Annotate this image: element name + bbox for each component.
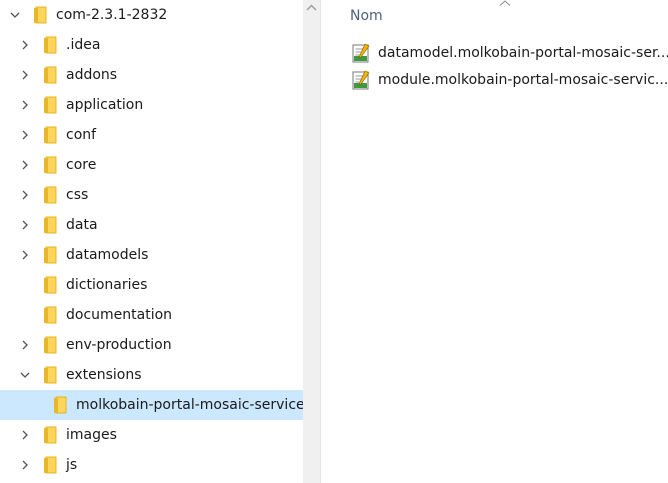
tree-item-molkobain-portal-mosaic-service[interactable]: molkobain-portal-mosaic-service- xyxy=(0,390,303,420)
chevron-right-icon[interactable] xyxy=(20,160,30,170)
tree-item-label: conf xyxy=(66,127,97,143)
tree-item-label: extensions xyxy=(66,367,142,383)
chevron-right-icon[interactable] xyxy=(20,460,30,470)
chevron-right-icon[interactable] xyxy=(20,250,30,260)
file-list-pane: Nom datamodel.molkobain-portal-mosaic-se… xyxy=(321,0,668,483)
tree-item-label: com-2.3.1-2832 xyxy=(56,7,168,23)
folder-icon xyxy=(43,126,57,144)
chevron-down-icon[interactable] xyxy=(10,10,20,20)
folder-icon xyxy=(43,246,57,264)
chevron-right-icon[interactable] xyxy=(20,220,30,230)
tree-item-env-production[interactable]: env-production xyxy=(0,330,303,360)
tree-item-label: core xyxy=(66,157,97,173)
chevron-right-icon[interactable] xyxy=(20,430,30,440)
tree-item-idea[interactable]: .idea xyxy=(0,30,303,60)
tree-item-label: js xyxy=(66,457,78,473)
chevron-right-icon[interactable] xyxy=(20,100,30,110)
folder-icon xyxy=(43,306,57,324)
chevron-right-icon[interactable] xyxy=(20,40,30,50)
php-script-icon xyxy=(352,43,370,63)
folder-icon xyxy=(43,276,57,294)
sort-ascending-icon xyxy=(499,0,511,7)
chevron-right-icon[interactable] xyxy=(20,340,30,350)
tree-item-css[interactable]: css xyxy=(0,180,303,210)
navigation-pane: com-2.3.1-2832 .idea addons application … xyxy=(0,0,303,483)
tree-item-label: dictionaries xyxy=(66,277,148,293)
tree-item-addons[interactable]: addons xyxy=(0,60,303,90)
tree-item-label: data xyxy=(66,217,98,233)
tree-item-js[interactable]: js xyxy=(0,450,303,480)
folder-icon xyxy=(33,6,47,24)
scroll-up-arrow-icon[interactable] xyxy=(303,0,320,17)
tree-item-label: env-production xyxy=(66,337,172,353)
column-header-label: Nom xyxy=(350,8,383,24)
tree-item-documentation[interactable]: documentation xyxy=(0,300,303,330)
folder-icon xyxy=(43,216,57,234)
tree-item-root[interactable]: com-2.3.1-2832 xyxy=(0,0,303,30)
folder-icon xyxy=(43,456,57,474)
folder-icon xyxy=(43,366,57,384)
folder-icon xyxy=(43,186,57,204)
folder-icon xyxy=(43,36,57,54)
tree-item-core[interactable]: core xyxy=(0,150,303,180)
column-header-name[interactable]: Nom xyxy=(321,0,668,32)
file-name: datamodel.molkobain-portal-mosaic-ser... xyxy=(378,45,668,61)
folder-icon xyxy=(43,426,57,444)
tree-item-datamodels[interactable]: datamodels xyxy=(0,240,303,270)
folder-icon xyxy=(43,96,57,114)
file-name: module.molkobain-portal-mosaic-servic... xyxy=(378,72,668,88)
chevron-right-icon[interactable] xyxy=(20,190,30,200)
chevron-down-icon[interactable] xyxy=(20,370,30,380)
tree-item-dictionaries[interactable]: dictionaries xyxy=(0,270,303,300)
tree-item-label: addons xyxy=(66,67,118,83)
navigation-scrollbar[interactable] xyxy=(303,0,320,483)
file-row[interactable]: module.molkobain-portal-mosaic-servic... xyxy=(349,68,668,92)
scroll-thumb[interactable] xyxy=(308,22,315,483)
tree-item-label: datamodels xyxy=(66,247,149,263)
tree-item-label: css xyxy=(66,187,89,203)
tree-item-label: molkobain-portal-mosaic-service- xyxy=(76,397,303,413)
folder-icon xyxy=(43,336,57,354)
chevron-right-icon[interactable] xyxy=(20,70,30,80)
tree-item-conf[interactable]: conf xyxy=(0,120,303,150)
chevron-right-icon[interactable] xyxy=(20,130,30,140)
tree-item-label: application xyxy=(66,97,144,113)
tree-item-data[interactable]: data xyxy=(0,210,303,240)
folder-icon xyxy=(53,396,67,414)
tree-item-label: .idea xyxy=(66,37,101,53)
folder-icon xyxy=(43,156,57,174)
file-explorer-window: com-2.3.1-2832 .idea addons application … xyxy=(0,0,668,483)
tree-item-label: images xyxy=(66,427,117,443)
tree-item-application[interactable]: application xyxy=(0,90,303,120)
tree-item-images[interactable]: images xyxy=(0,420,303,450)
php-script-icon xyxy=(352,70,370,90)
tree-item-label: documentation xyxy=(66,307,173,323)
tree-item-extensions[interactable]: extensions xyxy=(0,360,303,390)
folder-icon xyxy=(43,66,57,84)
file-row[interactable]: datamodel.molkobain-portal-mosaic-ser... xyxy=(349,41,668,65)
